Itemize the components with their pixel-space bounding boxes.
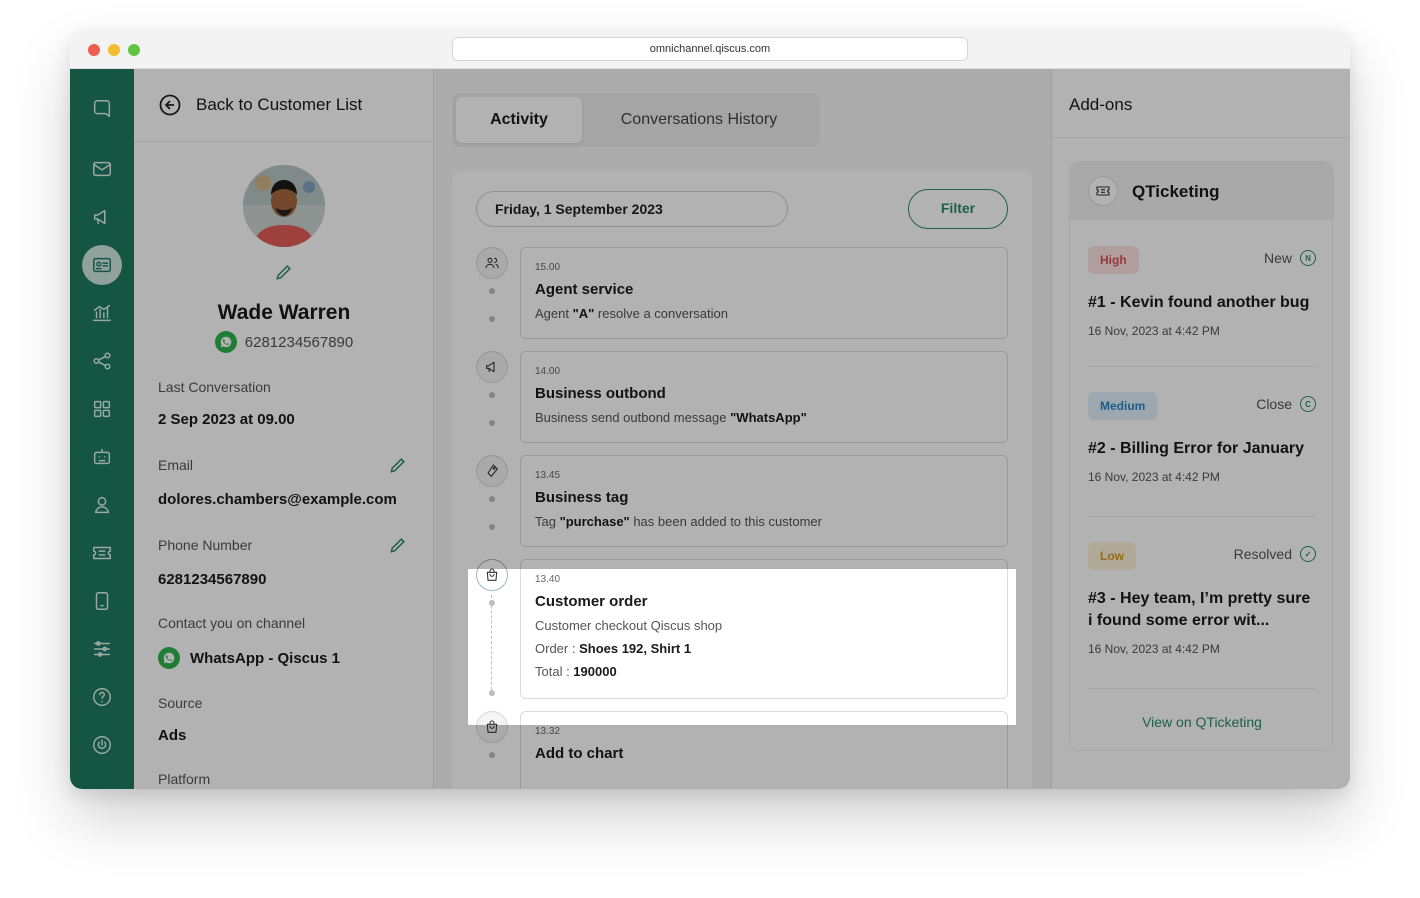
- event-description: Customer checkout Qiscus shop: [535, 618, 723, 633]
- browser-chrome: omnichannel.qiscus.com: [70, 31, 1350, 69]
- spotlight-overlay: [1016, 560, 1350, 789]
- activity-event-highlighted[interactable]: 13.40 Customer order Customer checkout Q…: [520, 559, 1008, 699]
- spotlight-overlay: [468, 725, 1016, 789]
- spotlight-overlay: [70, 69, 1350, 560]
- minimize-window-button[interactable]: [108, 44, 120, 56]
- timeline-dot: [489, 690, 495, 696]
- event-time: 13.40: [535, 574, 561, 585]
- timeline-connector: [491, 595, 493, 695]
- maximize-window-button[interactable]: [128, 44, 140, 56]
- spotlight-overlay: [70, 560, 468, 789]
- browser-window: omnichannel.qiscus.com Back to Customer …: [70, 31, 1350, 789]
- close-window-button[interactable]: [88, 44, 100, 56]
- event-title: Customer order: [535, 593, 648, 610]
- timeline-dot: [489, 600, 495, 606]
- order-items: Order : Shoes 192, Shirt 1: [535, 641, 692, 656]
- order-total: Total : 190000: [535, 664, 617, 679]
- spotlight-overlay: [468, 560, 1016, 569]
- address-bar[interactable]: omnichannel.qiscus.com: [452, 37, 968, 61]
- app-root: Back to Customer List Wade Warren 628123…: [70, 69, 1350, 789]
